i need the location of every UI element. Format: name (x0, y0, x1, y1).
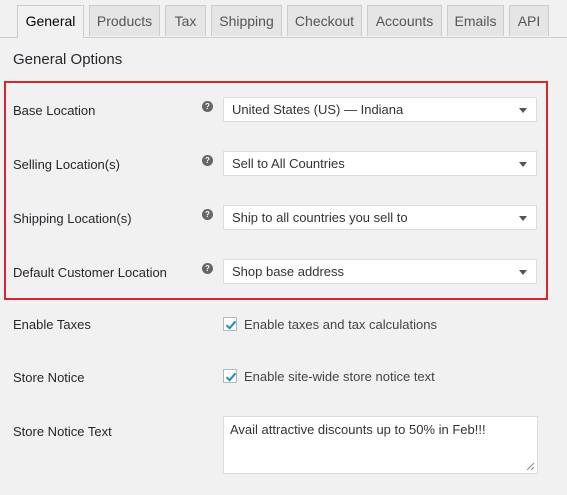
tab-accounts[interactable]: Accounts (367, 5, 442, 36)
checkmark-icon (225, 372, 237, 382)
tab-products[interactable]: Products (89, 5, 160, 36)
section-title: General Options (13, 51, 123, 68)
enable-taxes-label: Enable Taxes (13, 317, 91, 332)
store-notice-checkbox[interactable] (223, 369, 237, 383)
tab-shipping[interactable]: Shipping (211, 5, 282, 36)
enable-taxes-checkbox[interactable] (223, 317, 237, 331)
store-notice-textarea[interactable]: Avail attractive discounts up to 50% in … (223, 416, 538, 474)
tab-api[interactable]: API (509, 5, 549, 36)
resize-handle-icon[interactable] (526, 462, 535, 471)
tab-general[interactable]: General (17, 5, 84, 38)
store-notice-text-value: Avail attractive discounts up to 50% in … (230, 422, 486, 437)
tab-tax[interactable]: Tax (165, 5, 206, 36)
checkmark-icon (225, 320, 237, 330)
tab-emails[interactable]: Emails (447, 5, 504, 36)
tab-checkout[interactable]: Checkout (287, 5, 362, 36)
store-notice-checkbox-label[interactable]: Enable site-wide store notice text (244, 369, 435, 384)
enable-taxes-checkbox-label[interactable]: Enable taxes and tax calculations (244, 317, 437, 332)
highlight-box (4, 81, 548, 300)
store-notice-label: Store Notice (13, 370, 85, 385)
settings-tabs: General Products Tax Shipping Checkout A… (0, 0, 567, 38)
store-notice-text-label: Store Notice Text (13, 424, 112, 439)
